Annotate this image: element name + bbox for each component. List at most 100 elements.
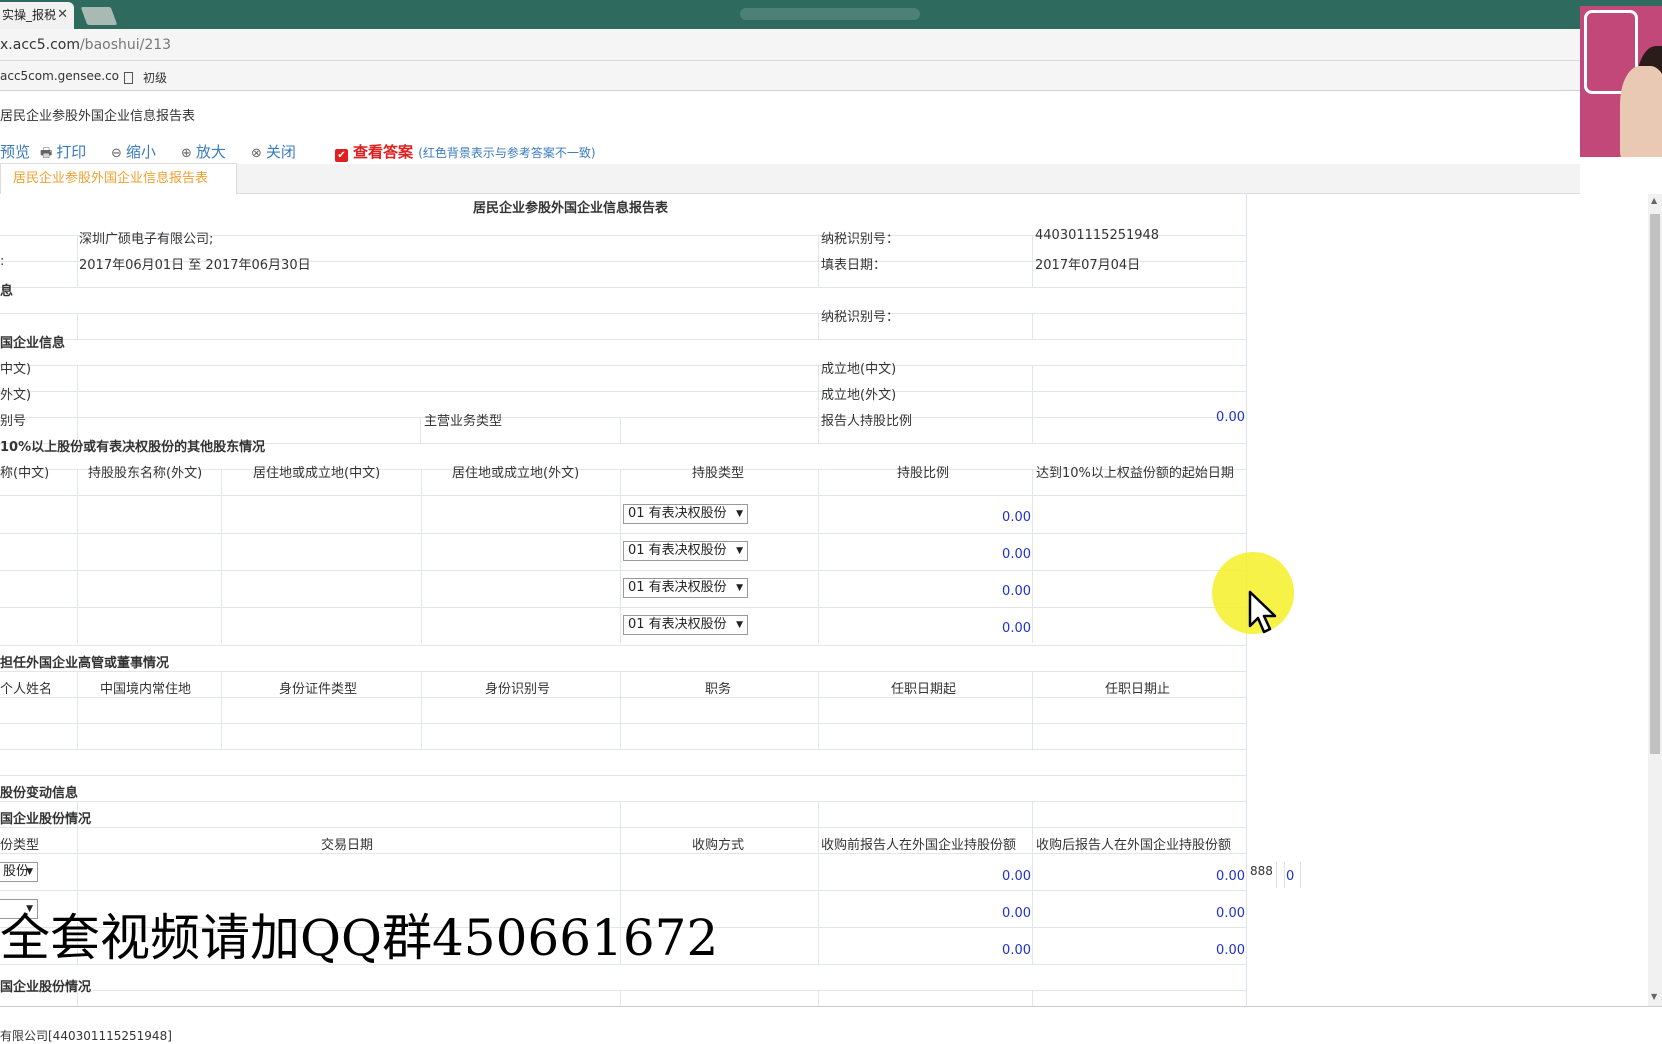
acq-before-cell[interactable]: 0.00 [900, 869, 1031, 884]
bookmarks-bar: acc5com.gensee.co 初级 [0, 61, 1580, 91]
holding-type-select[interactable]: 01 有表决权股份 ▼ [623, 504, 748, 524]
section-other-shareholders: 10%以上股份或有表决权股份的其他股东情况 [0, 440, 266, 455]
section-acquisition: 国企业股份情况 [0, 812, 92, 827]
report-form-grid: 居民企业参股外国企业信息报告表 深圳广硕电子有限公司; 纳税识别号： 44030… [0, 194, 1247, 1006]
fill-date-value: 2017年07月04日 [1035, 258, 1141, 273]
holding-ratio-cell[interactable]: 0.00 [900, 584, 1031, 599]
dir-col-residence: 中国境内常住地 [100, 682, 192, 697]
dropdown-arrow-icon: ▼ [736, 620, 743, 630]
section-share-changes: 股份变动信息 [0, 786, 79, 801]
minus-circle-icon: ⊖ [111, 146, 122, 161]
period-label: : [0, 254, 5, 269]
taxpayer-id-label: 纳税识别号： [821, 232, 900, 247]
dropdown-arrow-icon: ▼ [26, 867, 33, 877]
zoom-in-button[interactable]: ⊕ 放大 [181, 141, 226, 162]
printer-icon: 🖶 [40, 146, 53, 161]
window-title-blurred [740, 8, 920, 20]
extra-cell-888: 888 [1250, 864, 1273, 878]
section-disposal: 国企业股份情况 [0, 980, 92, 995]
vertical-scrollbar[interactable]: ▲ ▼ [1648, 194, 1662, 1006]
reg-no-label: 别号 [0, 414, 27, 429]
page-title: 居民企业参股外国企业信息报告表 [0, 109, 196, 124]
taxpayer-id-value: 440301115251948 [1035, 228, 1160, 243]
dropdown-arrow-icon: ▼ [736, 546, 743, 556]
check-answer-note: (红色背景表示与参考答案不一致) [418, 146, 596, 160]
bookmark-chuji[interactable]: 初级 [124, 69, 167, 86]
plus-circle-icon: ⊕ [181, 146, 192, 161]
section-foreign-company-info: 国企业信息 [0, 336, 66, 351]
acq-before-cell[interactable]: 0.00 [900, 906, 1031, 921]
close-tab-icon[interactable]: ✕ [57, 2, 68, 28]
report-content: 居民企业参股外国企业信息报告表 深圳广硕电子有限公司; 纳税识别号： 44030… [0, 194, 1662, 1006]
scroll-down-icon[interactable]: ▼ [1651, 992, 1657, 1001]
browser-tab-title: 实操_报税 [2, 8, 57, 22]
sh-col-residence-en: 居住地或成立地(外文) [452, 466, 580, 481]
name-en-label: 外文) [0, 388, 32, 403]
browser-title-bar: 实操_报税 ✕ [0, 0, 1662, 29]
holding-ratio-cell[interactable]: 0.00 [900, 547, 1031, 562]
acq-type-select[interactable]: 股份 ▼ [0, 862, 38, 882]
holding-type-select[interactable]: 01 有表决权股份 ▼ [623, 541, 748, 561]
close-label: 关闭 [265, 143, 296, 161]
preview-label: 预览 [0, 143, 31, 161]
holding-type-select[interactable]: 01 有表决权股份 ▼ [623, 615, 748, 635]
holding-ratio-label: 报告人持股比例 [821, 414, 913, 429]
sheet-tab-report[interactable]: 居民企业参股外国企业信息报告表 [0, 163, 237, 194]
browser-tab[interactable]: 实操_报税 ✕ [0, 2, 74, 29]
document-icon [124, 72, 133, 84]
fill-date-label: 填表日期： [821, 258, 887, 273]
check-answer-toggle[interactable]: ✔ 查看答案 (红色背景表示与参考答案不一致) [335, 141, 596, 162]
business-type-label: 主营业务类型 [424, 414, 503, 429]
status-text: 有限公司[440301115251948] [0, 1029, 172, 1043]
sh-col-start-date: 达到10%以上权益份额的起始日期 [1036, 466, 1234, 481]
bookmark-chuji-label: 初级 [143, 71, 168, 85]
dropdown-arrow-icon: ▼ [736, 583, 743, 593]
acq-col-before: 收购前报告人在外国企业持股份额 [821, 838, 1017, 853]
sh-col-holding-type: 持股类型 [692, 466, 745, 481]
acq-after-cell[interactable]: 0.00 [1110, 943, 1245, 958]
new-tab-button[interactable] [80, 7, 118, 25]
dir-col-id-type: 身份证件类型 [279, 682, 358, 697]
taxpayer-id-input-2[interactable] [1035, 306, 1245, 328]
dir-col-id-number: 身份识别号 [485, 682, 551, 697]
holding-ratio-value[interactable]: 0.00 [1150, 410, 1245, 425]
zoom-out-button[interactable]: ⊖ 缩小 [111, 141, 156, 162]
acq-col-type: 份类型 [0, 838, 40, 853]
acq-col-date: 交易日期 [321, 838, 374, 853]
check-answer-label: 查看答案 [353, 143, 414, 161]
acq-before-cell[interactable]: 0.00 [900, 943, 1031, 958]
url-host: x.acc5.com [0, 37, 80, 53]
dir-col-position: 职务 [705, 682, 732, 697]
scrollbar-thumb[interactable] [1650, 214, 1660, 754]
holding-ratio-cell[interactable]: 0.00 [900, 510, 1031, 525]
sheet-tab-bar: 居民企业参股外国企业信息报告表 [0, 163, 1580, 194]
acq-col-method: 收购方式 [692, 838, 745, 853]
checkbox-checked-icon[interactable]: ✔ [335, 149, 348, 162]
dropdown-arrow-icon: ▼ [736, 509, 743, 519]
section-reporter-info: 息 [0, 284, 14, 299]
acq-after-cell[interactable]: 0.00 [1110, 869, 1245, 884]
form-heading: 居民企业参股外国企业信息报告表 [473, 201, 669, 216]
period-value: 2017年06月01日 至 2017年06月30日 [79, 258, 311, 273]
scroll-up-icon[interactable]: ▲ [1651, 196, 1657, 205]
sh-col-name-en: 持股股东名称(外文) [88, 466, 203, 481]
close-button[interactable]: ⊗ 关闭 [251, 141, 296, 162]
holding-type-select[interactable]: 01 有表决权股份 ▼ [623, 578, 748, 598]
acq-after-cell[interactable]: 0.00 [1110, 906, 1245, 921]
sh-col-holding-ratio: 持股比例 [897, 466, 950, 481]
bookmark-gensee[interactable]: acc5com.gensee.co [0, 69, 119, 83]
zoom-in-label: 放大 [195, 143, 226, 161]
extra-cell-0: 0 [1286, 869, 1295, 884]
holding-type-value: 01 有表决权股份 [628, 543, 727, 558]
sh-col-name-cn: 称(中文) [0, 466, 50, 481]
holding-ratio-cell[interactable]: 0.00 [900, 621, 1031, 636]
acq-col-after: 收购后报告人在外国企业持股份额 [1036, 838, 1232, 853]
sh-col-residence-cn: 居住地或成立地(中文) [253, 466, 381, 481]
dir-col-end: 任职日期止 [1105, 682, 1171, 697]
address-bar[interactable]: x.acc5.com/baoshui/213 [0, 29, 1580, 61]
holding-type-value: 01 有表决权股份 [628, 506, 727, 521]
reg-loc-en-label: 成立地(外文) [821, 388, 897, 403]
name-cn-label: 中文) [0, 362, 32, 377]
url-text[interactable]: x.acc5.com/baoshui/213 [0, 37, 171, 53]
preview-button[interactable]: 预览 [0, 141, 30, 162]
